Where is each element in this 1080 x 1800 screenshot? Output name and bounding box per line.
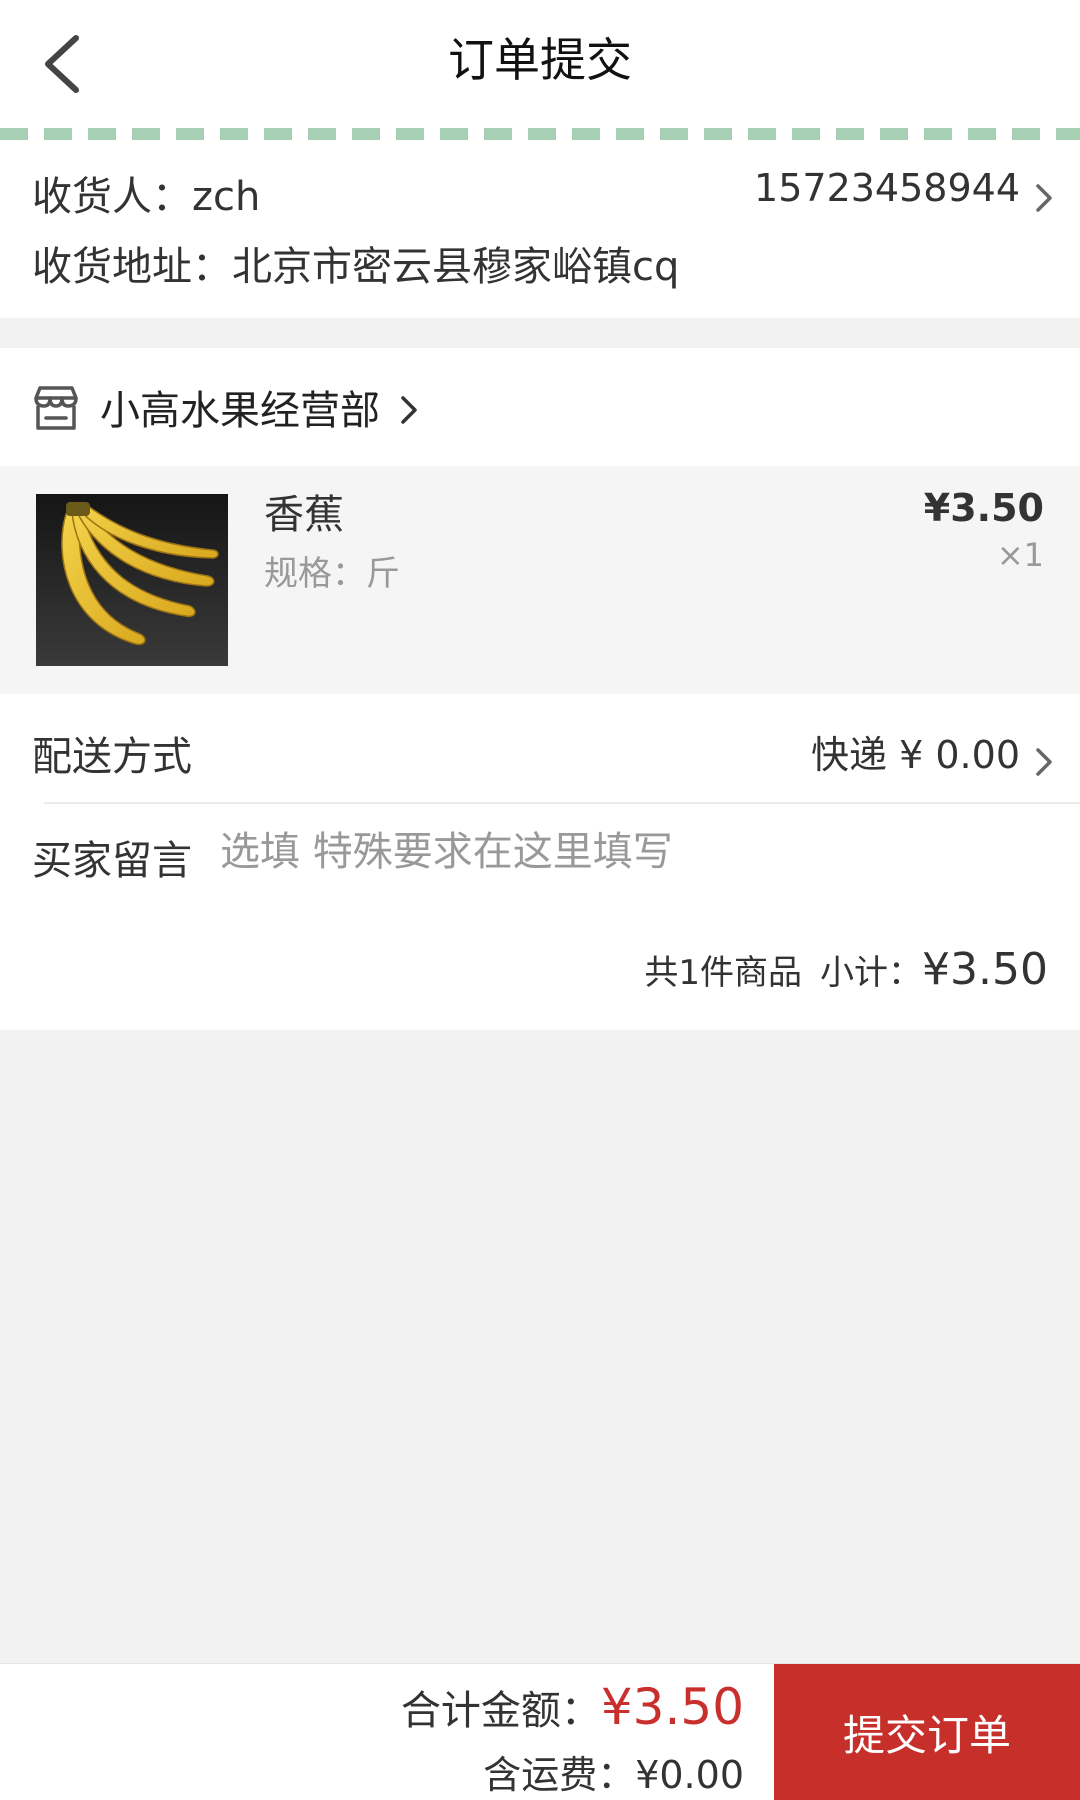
address-card[interactable]: 收货人：zch 15723458944 收货地址：北京市密云县穆家峪镇cq bbox=[0, 140, 1080, 318]
chevron-right-icon bbox=[1036, 748, 1052, 776]
consignee-label: 收货人： bbox=[32, 174, 192, 220]
total-line: 合计金额： ¥3.50 bbox=[401, 1678, 744, 1736]
subtotal-label: 小计： bbox=[820, 953, 923, 993]
address-dash-border bbox=[0, 128, 1080, 140]
delivery-fee: ¥ 0.00 bbox=[899, 733, 1020, 777]
delivery-method-row[interactable]: 配送方式 快递 ¥ 0.00 bbox=[0, 694, 1080, 806]
chevron-right-icon bbox=[401, 396, 417, 424]
shipping-amount: ¥0.00 bbox=[635, 1753, 744, 1797]
product-quantity: ×1 bbox=[996, 536, 1044, 574]
spec-value: 斤 bbox=[366, 554, 400, 594]
delivery-method: 快递 bbox=[811, 733, 888, 777]
submit-order-button[interactable]: 提交订单 bbox=[774, 1664, 1080, 1800]
back-button[interactable] bbox=[20, 22, 104, 106]
consignee-name: zch bbox=[192, 174, 261, 220]
checkout-bar: 合计金额： ¥3.50 含运费： ¥0.00 提交订单 bbox=[0, 1663, 1080, 1800]
spec-label: 规格： bbox=[264, 554, 366, 594]
chevron-right-icon bbox=[1036, 184, 1052, 212]
address-label: 收货地址： bbox=[32, 244, 232, 290]
consignee-phone: 15723458944 bbox=[754, 166, 1020, 210]
top-nav-bar: 订单提交 bbox=[0, 0, 1080, 128]
consignee: 收货人：zch bbox=[32, 164, 260, 222]
total-label: 合计金额： bbox=[400, 1688, 601, 1734]
product-spec: 规格：斤 bbox=[264, 546, 400, 595]
buyer-message-input[interactable] bbox=[220, 820, 1040, 884]
product-name: 香蕉 bbox=[264, 492, 344, 538]
order-submit-page: 订单提交 收货人：zch 15723458944 收货地址：北京市密云县穆家峪镇… bbox=[0, 0, 1080, 1800]
store-header[interactable]: 小高水果经营部 bbox=[0, 348, 1080, 466]
shipping-label: 含运费： bbox=[483, 1753, 636, 1797]
store-icon bbox=[34, 386, 78, 430]
store-name: 小高水果经营部 bbox=[100, 388, 380, 434]
divider bbox=[44, 802, 1080, 804]
banana-image bbox=[36, 494, 228, 666]
order-details: 配送方式 快递 ¥ 0.00 买家留言 共1件商品 小计： ¥3.50 bbox=[0, 694, 1080, 1030]
buyer-message-row: 买家留言 bbox=[0, 806, 1080, 902]
delivery-value: 快递 ¥ 0.00 bbox=[811, 724, 1020, 779]
subtotal-amount: ¥3.50 bbox=[922, 944, 1048, 995]
item-count: 共1件商品 bbox=[644, 953, 803, 993]
product-item[interactable]: 香蕉 规格：斤 ¥3.50 ×1 bbox=[0, 466, 1080, 694]
page-title: 订单提交 bbox=[448, 33, 632, 87]
product-price: ¥3.50 bbox=[923, 486, 1044, 530]
chevron-left-icon bbox=[45, 35, 79, 93]
message-label: 买家留言 bbox=[32, 838, 192, 884]
shipping-line: 含运费： ¥0.00 bbox=[483, 1744, 744, 1799]
delivery-label: 配送方式 bbox=[32, 734, 192, 780]
total-amount: ¥3.50 bbox=[600, 1678, 744, 1736]
address-text: 北京市密云县穆家峪镇cq bbox=[232, 244, 680, 290]
subtotal: 共1件商品 小计： ¥3.50 bbox=[644, 944, 1048, 995]
shipping-address: 收货地址：北京市密云县穆家峪镇cq bbox=[32, 234, 679, 292]
